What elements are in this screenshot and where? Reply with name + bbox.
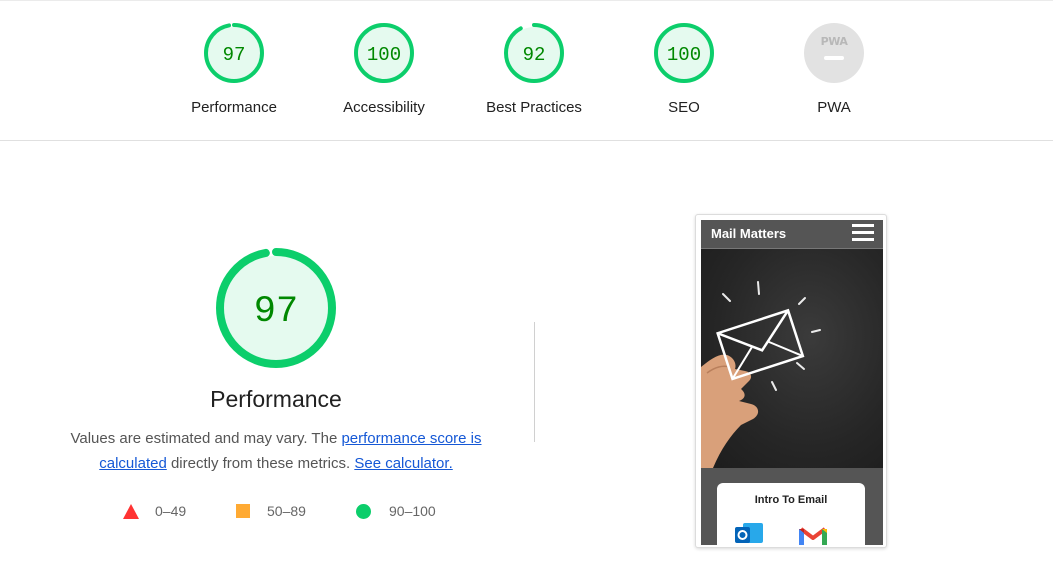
gauge-label: Performance (191, 99, 277, 116)
outlook-icon (735, 523, 763, 543)
gauge-seo[interactable]: 100 SEO (609, 22, 759, 116)
gauge-pwa[interactable]: PWA PWA (759, 22, 909, 116)
screenshot-viewport: Mail Matters Intro To Email (701, 220, 883, 545)
circle-icon (356, 503, 371, 519)
gauge-performance[interactable]: 97 Performance (159, 22, 309, 116)
legend-range: 90–100 (389, 503, 436, 519)
hero-image (701, 249, 883, 468)
gauge-score: 100 (367, 44, 401, 66)
content-section: Intro To Email (701, 468, 883, 545)
intro-card: Intro To Email (717, 483, 865, 545)
legend-fail: 0–49 (123, 500, 186, 522)
legend-pass: 90–100 (356, 500, 436, 522)
gauge-ring: 97 (204, 23, 264, 83)
scores-header: 97 Performance 100 Accessibility 92 Best… (0, 0, 1053, 141)
final-screenshot[interactable]: Mail Matters Intro To Email (695, 214, 887, 548)
legend-average: 50–89 (236, 500, 306, 522)
pwa-badge-icon: PWA (804, 23, 864, 83)
performance-score: 97 (254, 291, 298, 333)
legend-range: 50–89 (267, 503, 306, 519)
desc-text: Values are estimated and may vary. The (70, 430, 342, 447)
site-brand: Mail Matters (711, 226, 787, 241)
site-header: Mail Matters (701, 220, 883, 249)
gauge-label: SEO (668, 99, 700, 116)
performance-description: Values are estimated and may vary. The p… (60, 426, 492, 476)
gauge-score: 100 (667, 44, 701, 66)
legend-range: 0–49 (155, 503, 187, 519)
envelope-hand-illustration (701, 281, 821, 468)
gauge-label: Best Practices (486, 99, 582, 116)
square-icon (236, 504, 250, 518)
desc-text: directly from these metrics. (166, 455, 355, 472)
gmail-icon (799, 527, 827, 545)
hamburger-menu-icon (852, 224, 874, 244)
gauge-score: 92 (523, 44, 546, 66)
gauge-ring: 100 (354, 23, 414, 83)
divider (534, 322, 535, 442)
performance-gauge: 97 (216, 248, 336, 368)
pwa-logo: PWA (821, 35, 849, 48)
gauge-label: Accessibility (343, 99, 425, 116)
gauge-label: PWA (817, 99, 851, 116)
gauge-score: 97 (223, 44, 246, 66)
card-title: Intro To Email (754, 494, 828, 506)
performance-title: Performance (210, 386, 342, 412)
gauge-accessibility[interactable]: 100 Accessibility (309, 22, 459, 116)
gauge-ring: 92 (504, 23, 564, 83)
gauge-best-practices[interactable]: 92 Best Practices (459, 22, 609, 116)
gauge-ring: 100 (654, 23, 714, 83)
triangle-icon (123, 503, 139, 519)
see-calculator-link[interactable]: See calculator. (354, 455, 452, 472)
